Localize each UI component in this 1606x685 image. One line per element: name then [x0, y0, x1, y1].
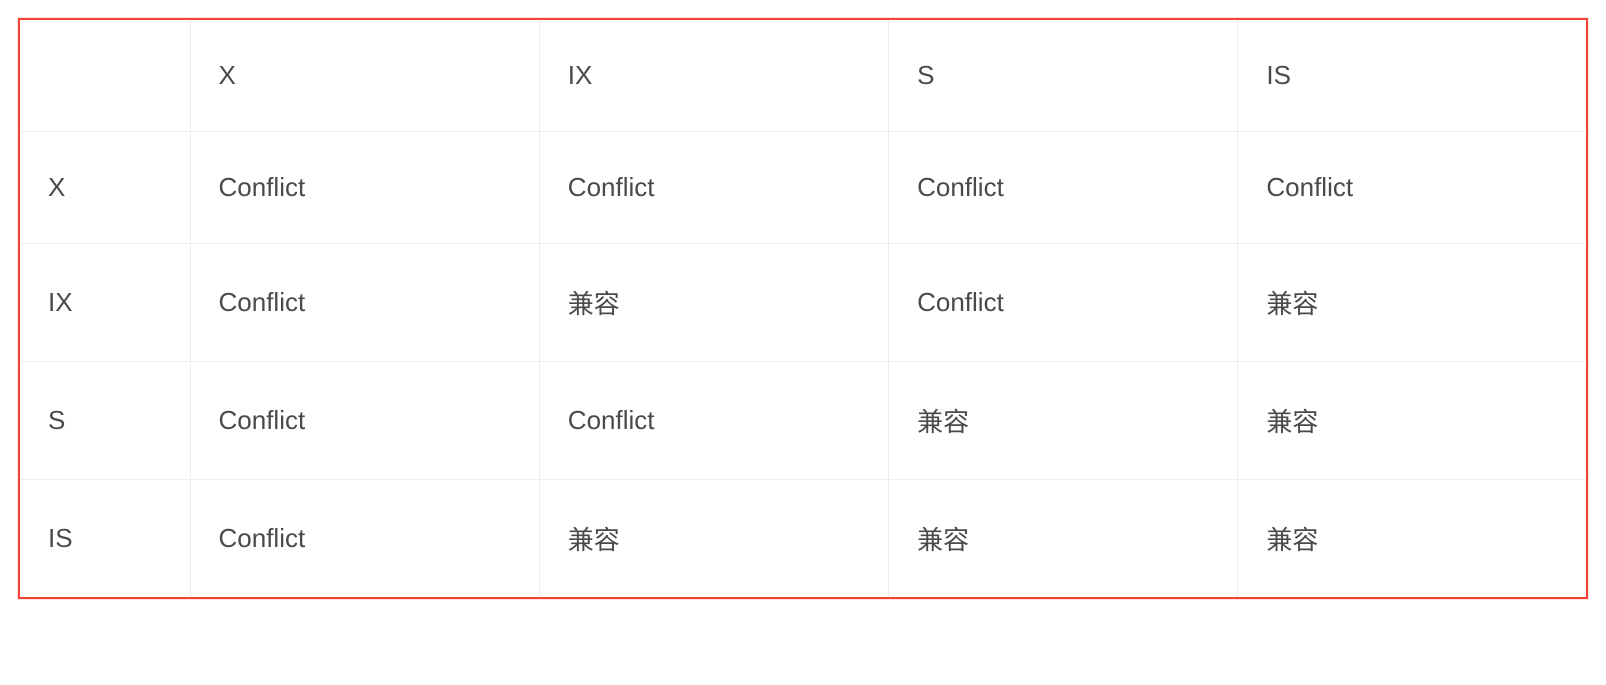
- table-cell: 兼容: [1238, 244, 1586, 362]
- table-cell: Conflict: [539, 132, 888, 244]
- table-cell: Conflict: [889, 132, 1238, 244]
- table-cell: Conflict: [1238, 132, 1586, 244]
- table-cell: Conflict: [190, 132, 539, 244]
- col-header: S: [889, 20, 1238, 132]
- table-header-row: X IX S IS: [20, 20, 1586, 132]
- table-row: IS Conflict 兼容 兼容 兼容: [20, 480, 1586, 598]
- table-cell: 兼容: [1238, 480, 1586, 598]
- table-cell: 兼容: [539, 244, 888, 362]
- table-cell: 兼容: [1238, 362, 1586, 480]
- table-cell: 兼容: [539, 480, 888, 598]
- table-cell: Conflict: [539, 362, 888, 480]
- table-cell: Conflict: [190, 244, 539, 362]
- table-cell: 兼容: [889, 480, 1238, 598]
- table-cell: Conflict: [190, 480, 539, 598]
- col-header: IS: [1238, 20, 1586, 132]
- table-cell: Conflict: [190, 362, 539, 480]
- table-row: X Conflict Conflict Conflict Conflict: [20, 132, 1586, 244]
- col-header: X: [190, 20, 539, 132]
- lock-compatibility-table: X IX S IS X Conflict Conflict Conflict C…: [18, 18, 1588, 599]
- corner-cell: [20, 20, 190, 132]
- row-header: IX: [20, 244, 190, 362]
- table-row: S Conflict Conflict 兼容 兼容: [20, 362, 1586, 480]
- table-cell: Conflict: [889, 244, 1238, 362]
- col-header: IX: [539, 20, 888, 132]
- row-header: X: [20, 132, 190, 244]
- table-row: IX Conflict 兼容 Conflict 兼容: [20, 244, 1586, 362]
- row-header: IS: [20, 480, 190, 598]
- table-cell: 兼容: [889, 362, 1238, 480]
- row-header: S: [20, 362, 190, 480]
- compatibility-matrix: X IX S IS X Conflict Conflict Conflict C…: [20, 20, 1586, 597]
